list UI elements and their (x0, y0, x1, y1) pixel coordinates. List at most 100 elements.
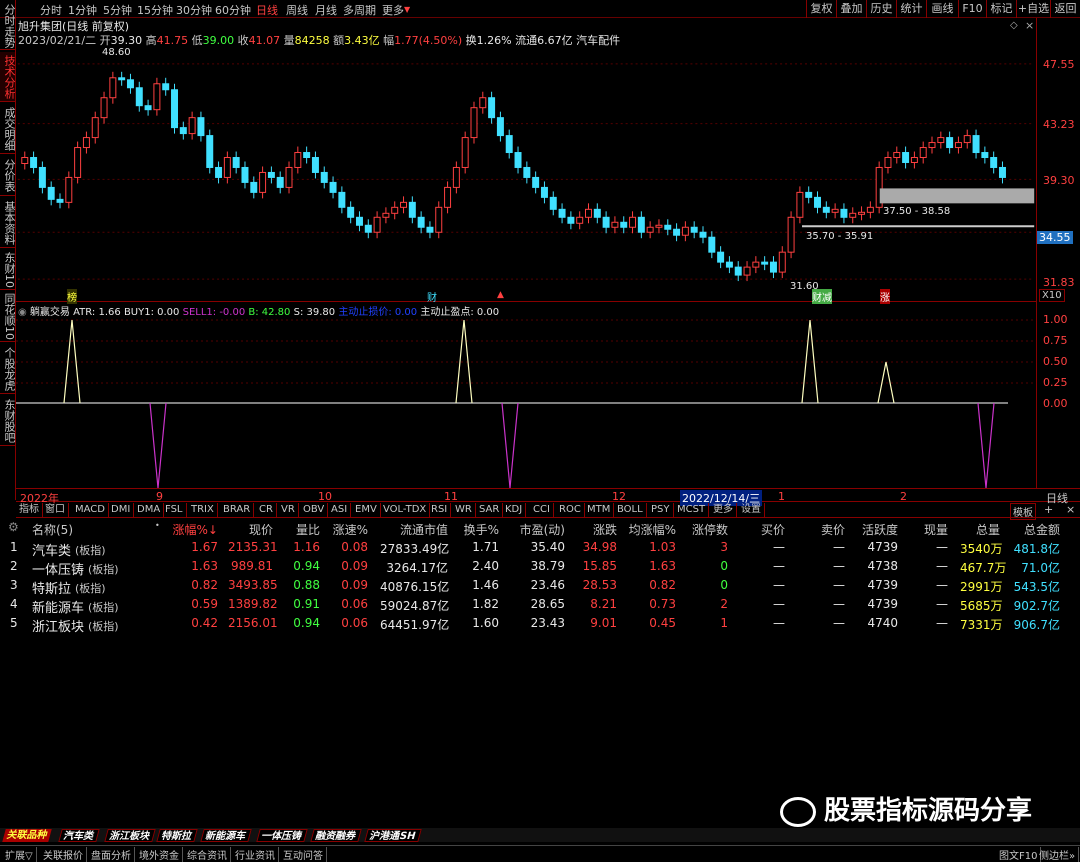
col-header-pct[interactable]: 涨幅%↓ (170, 521, 218, 538)
mark-button[interactable]: 标记 (986, 0, 1016, 18)
status-item[interactable]: 境外资金 (136, 847, 183, 862)
indicator-tab[interactable]: EMV (352, 503, 381, 517)
left-tab-guba[interactable]: 东财股吧 (0, 396, 16, 446)
table-row[interactable]: 5 浙江板块 (板指) 0.42 2156.01 0.94 0.06 64451.97亿 1.6… (0, 614, 1080, 635)
col-header-bid[interactable]: 买价 (745, 521, 785, 538)
settings-gear-icon[interactable]: ⚙ (8, 520, 19, 534)
indicator-tab[interactable]: DMI (108, 503, 135, 517)
indicator-tab[interactable]: 指标 (16, 503, 43, 517)
related-tab[interactable]: 汽车类 (58, 829, 100, 842)
indicator-tab[interactable]: MTM (584, 503, 615, 517)
period-tab-multi[interactable]: 多周期 (343, 2, 376, 18)
col-header-pe[interactable]: 市盈(动) (505, 521, 565, 538)
col-header-total-vol[interactable]: 总量 (960, 521, 1000, 538)
back-button[interactable]: 返回 (1050, 0, 1080, 18)
row-name[interactable]: 浙江板块 (32, 616, 84, 635)
indicator-tab[interactable]: MACD (72, 503, 109, 517)
indicator-tab[interactable]: ASI (328, 503, 352, 517)
diejia-button[interactable]: 叠加 (836, 0, 866, 18)
col-header-limit-up[interactable]: 涨停数 (680, 521, 728, 538)
period-tab-weekly[interactable]: 周线 (286, 2, 308, 18)
related-tab[interactable]: 融资融券 (310, 829, 362, 842)
col-header-avg-change[interactable]: 均涨幅% (620, 521, 676, 538)
indicator-tab[interactable]: RSI (428, 503, 452, 517)
period-tab-15min[interactable]: 15分钟 (137, 2, 173, 18)
col-header-speed[interactable]: 涨速% (326, 521, 368, 538)
period-tab-30min[interactable]: 30分钟 (176, 2, 212, 18)
add-watchlist-button[interactable]: +自选 (1016, 0, 1050, 18)
close-icon[interactable]: × (1066, 503, 1075, 516)
col-header-total-amt[interactable]: 总金额 (1012, 521, 1060, 538)
col-header-name[interactable]: 名称(5) (32, 521, 73, 538)
related-tab[interactable]: 特斯拉 (156, 829, 198, 842)
table-row[interactable]: 3 特斯拉 (板指) 0.82 3493.85 0.88 0.09 40876.15亿 1.46… (0, 576, 1080, 597)
left-tab-timeshare[interactable]: 分时走势 (0, 2, 16, 50)
draw-line-button[interactable]: 画线 (926, 0, 958, 18)
candlestick-chart[interactable] (16, 18, 1036, 302)
indicator-tab[interactable]: ROC (556, 503, 585, 517)
col-header-turnover[interactable]: 换手% (454, 521, 499, 538)
indicator-tab[interactable]: BOLL (614, 503, 647, 517)
related-tab[interactable]: 沪港通SH (364, 829, 422, 842)
f10-button[interactable]: F10 (958, 0, 986, 18)
left-tab-ths[interactable]: 同花顺10 (0, 292, 16, 342)
left-tab-fundamentals[interactable]: 基本资料 (0, 198, 16, 248)
period-tab-daily[interactable]: 日线 (256, 2, 278, 18)
add-icon[interactable]: + (1044, 503, 1053, 516)
indicator-tab[interactable]: FSL (162, 503, 187, 517)
period-tab-fenshi[interactable]: 分时 (40, 2, 62, 18)
template-button[interactable]: 模板 (1010, 503, 1036, 520)
indicator-chart[interactable] (16, 302, 1036, 488)
indicator-tab[interactable]: CR (256, 503, 277, 517)
indicator-tab[interactable]: KDJ (502, 503, 527, 517)
indicator-tab[interactable]: OBV (300, 503, 329, 517)
related-tab[interactable]: 新能源车 (200, 829, 252, 842)
indicator-tab[interactable]: WR (452, 503, 476, 517)
indicator-tab[interactable]: 更多 (710, 503, 737, 517)
period-tab-1min[interactable]: 1分钟 (68, 2, 97, 18)
col-header-activity[interactable]: 活跃度 (852, 521, 898, 538)
table-row[interactable]: 2 一体压铸 (板指) 1.63 989.81 0.94 0.09 3264.17亿 2.40 3… (0, 557, 1080, 578)
indicator-tab[interactable]: 设置 (738, 503, 765, 517)
left-tab-dragon-tiger[interactable]: 个股龙虎 (0, 344, 16, 394)
indicator-tab[interactable]: TRIX (188, 503, 218, 517)
history-button[interactable]: 历史 (866, 0, 896, 18)
period-tab-monthly[interactable]: 月线 (315, 2, 337, 18)
indicator-tab[interactable]: VOL-TDX (380, 503, 431, 517)
left-tab-eastmoney[interactable]: 东财10 (0, 250, 16, 290)
col-header-cur-vol[interactable]: 现量 (910, 521, 948, 538)
left-tab-technical[interactable]: 技术分析 (0, 52, 16, 102)
status-item[interactable]: 互动问答 (280, 847, 327, 862)
indicator-tab[interactable]: DMA (134, 503, 165, 517)
related-tab[interactable]: 浙江板块 (104, 829, 156, 842)
indicator-tab[interactable]: 窗口 (42, 503, 69, 517)
f10-status-item[interactable]: 图文F10 (996, 847, 1042, 862)
related-tab[interactable]: 关联品种 (2, 829, 52, 842)
table-row[interactable]: 4 新能源车 (板指) 0.59 1389.82 0.91 0.06 59024.87亿 1.8… (0, 595, 1080, 616)
indicator-tab[interactable]: PSY (648, 503, 674, 517)
indicator-tab[interactable]: MCST (674, 503, 710, 517)
dropdown-arrow-icon[interactable]: ▼ (404, 5, 410, 14)
period-tab-60min[interactable]: 60分钟 (215, 2, 251, 18)
left-tab-price-table[interactable]: 分价表 (0, 156, 16, 196)
period-tab-more[interactable]: 更多 (382, 2, 404, 18)
col-header-ask[interactable]: 卖价 (805, 521, 845, 538)
event-triangle-icon[interactable]: ▲ (497, 290, 504, 300)
sidebar-toggle[interactable]: 侧边栏» (1036, 847, 1080, 862)
indicator-tab[interactable]: BRAR (220, 503, 255, 517)
indicator-tab[interactable]: VR (278, 503, 299, 517)
left-tab-trades[interactable]: 成交明细 (0, 104, 16, 154)
status-item[interactable]: 综合资讯 (184, 847, 231, 862)
col-header-vol-ratio[interactable]: 量比 (280, 521, 320, 538)
status-item[interactable]: 盘面分析 (88, 847, 135, 862)
status-item[interactable]: 关联报价 (40, 847, 87, 862)
related-tab[interactable]: 一体压铸 (256, 829, 308, 842)
indicator-tab[interactable]: SAR (476, 503, 504, 517)
table-row[interactable]: 1 汽车类 (板指) 1.67 2135.31 1.16 0.08 27833.49亿 1.71… (0, 538, 1080, 559)
status-item[interactable]: 扩展▽ (2, 847, 37, 862)
period-tab-5min[interactable]: 5分钟 (103, 2, 132, 18)
col-header-change[interactable]: 涨跌 (575, 521, 617, 538)
fuquan-button[interactable]: 复权 (806, 0, 836, 18)
col-header-price[interactable]: 现价 (228, 521, 273, 538)
status-item[interactable]: 行业资讯 (232, 847, 279, 862)
